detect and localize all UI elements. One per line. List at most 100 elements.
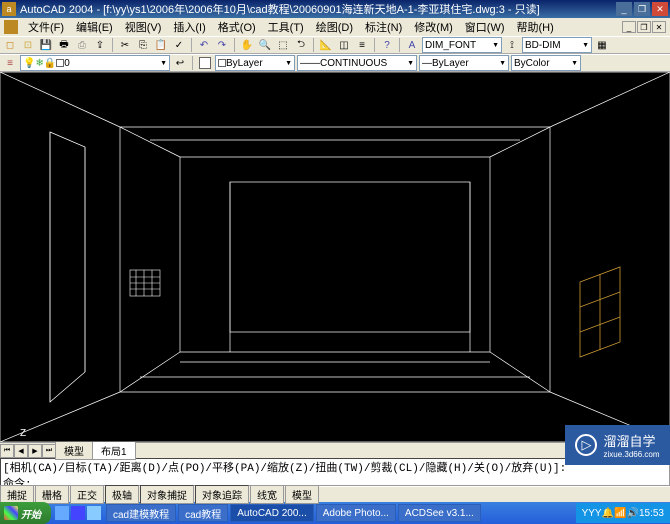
child-close-button[interactable]: ✕ [652, 21, 666, 33]
watermark: ▷ 溜溜自学 zixue.3d66.com [565, 425, 670, 465]
cut-button[interactable]: ✂ [117, 37, 133, 53]
status-polar[interactable]: 极轴 [105, 485, 139, 504]
window-title: AutoCAD 2004 - [f:\yy\ys1\2006年\2006年10月… [20, 1, 616, 17]
toolbar-area: ◻ ⊡ 💾 🖶 ⎙ ⇪ ✂ ⎘ 📋 ✓ ↶ ↷ ✋ 🔍 ⬚ ⮌ 📐 ◫ ≡ ? … [0, 36, 670, 72]
zoom-window-button[interactable]: ⬚ [275, 37, 291, 53]
menu-help[interactable]: 帮助(H) [511, 18, 560, 36]
app-icon: a [2, 2, 16, 16]
menu-edit[interactable]: 编辑(E) [70, 18, 119, 36]
separator [313, 38, 314, 52]
close-button[interactable]: ✕ [652, 2, 668, 16]
dcenter-button[interactable]: ◫ [336, 37, 352, 53]
save-button[interactable]: 💾 [38, 37, 54, 53]
preview-button[interactable]: ⎙ [74, 37, 90, 53]
tab-prev-button[interactable]: ◀ [14, 444, 28, 458]
properties-toolbar: ≡ 💡❄🔒 0 ▼ ↩ ByLayer▼ —— CONTINUOUS▼ — By… [0, 54, 670, 72]
menu-dimension[interactable]: 标注(N) [359, 18, 408, 36]
menu-tools[interactable]: 工具(T) [262, 18, 310, 36]
menubar: 文件(F) 编辑(E) 视图(V) 插入(I) 格式(O) 工具(T) 绘图(D… [0, 18, 670, 36]
doc-icon [4, 20, 18, 34]
menu-format[interactable]: 格式(O) [212, 18, 262, 36]
match-button[interactable]: ✓ [171, 37, 187, 53]
ql-item[interactable] [55, 506, 69, 520]
publish-button[interactable]: ⇪ [92, 37, 108, 53]
separator [399, 38, 400, 52]
new-button[interactable]: ◻ [2, 37, 18, 53]
play-icon: ▷ [575, 434, 597, 456]
clock: 15:53 [639, 508, 664, 519]
separator [374, 38, 375, 52]
lineweight-dropdown[interactable]: — ByLayer▼ [419, 55, 509, 71]
layer-props-button[interactable]: ≡ [2, 55, 18, 71]
status-otrack[interactable]: 对象追踪 [195, 485, 249, 504]
status-lwt[interactable]: 线宽 [250, 485, 284, 504]
dim-style-button[interactable]: ⟟ [504, 37, 520, 53]
dimstyle-dropdown[interactable]: BD-DIM▼ [522, 37, 592, 53]
chevron-down-icon: ▼ [160, 60, 167, 67]
titlebar: a AutoCAD 2004 - [f:\yy\ys1\2006年\2006年1… [0, 0, 670, 18]
maximize-button[interactable]: ❐ [634, 2, 650, 16]
ucs-z-label: Z [20, 428, 26, 439]
ql-item[interactable] [87, 506, 101, 520]
paste-button[interactable]: 📋 [153, 37, 169, 53]
status-model[interactable]: 模型 [285, 485, 319, 504]
print-button[interactable]: 🖶 [56, 37, 72, 53]
taskbar-item[interactable]: Adobe Photo... [316, 504, 396, 522]
standard-toolbar: ◻ ⊡ 💾 🖶 ⎙ ⇪ ✂ ⎘ 📋 ✓ ↶ ↷ ✋ 🔍 ⬚ ⮌ 📐 ◫ ≡ ? … [0, 36, 670, 54]
tab-model[interactable]: 模型 [55, 441, 93, 460]
menu-file[interactable]: 文件(F) [22, 18, 70, 36]
status-ortho[interactable]: 正交 [70, 485, 104, 504]
tab-first-button[interactable]: ⏮ [0, 444, 14, 458]
undo-button[interactable]: ↶ [196, 37, 212, 53]
copy-button[interactable]: ⎘ [135, 37, 151, 53]
separator [234, 38, 235, 52]
taskbar-item[interactable]: cad建模教程 [106, 504, 176, 522]
pan-button[interactable]: ✋ [239, 37, 255, 53]
watermark-text: 溜溜自学 [603, 434, 655, 449]
color-button[interactable] [197, 55, 213, 71]
zoom-rt-button[interactable]: 🔍 [257, 37, 273, 53]
separator [192, 56, 193, 70]
help-button[interactable]: ? [379, 37, 395, 53]
textstyle-dropdown[interactable]: DIM_FONT▼ [422, 37, 502, 53]
drawing-area[interactable]: Z [0, 72, 670, 442]
menu-view[interactable]: 视图(V) [119, 18, 168, 36]
windows-logo-icon [4, 506, 18, 520]
start-button[interactable]: 开始 [0, 502, 51, 524]
menu-insert[interactable]: 插入(I) [167, 18, 211, 36]
text-style-button[interactable]: A [404, 37, 420, 53]
table-button[interactable]: ▦ [594, 37, 610, 53]
menu-window[interactable]: 窗口(W) [459, 18, 511, 36]
child-minimize-button[interactable]: _ [622, 21, 636, 33]
taskbar-item[interactable]: cad教程 [178, 504, 228, 522]
system-tray[interactable]: YYY 🔔📶🔊 15:53 [576, 503, 670, 523]
zoom-prev-button[interactable]: ⮌ [293, 37, 309, 53]
open-button[interactable]: ⊡ [20, 37, 36, 53]
status-osnap[interactable]: 对象捕捉 [140, 485, 194, 504]
tab-last-button[interactable]: ⏭ [42, 444, 56, 458]
plotstyle-dropdown[interactable]: ByColor▼ [511, 55, 581, 71]
linetype-dropdown[interactable]: —— CONTINUOUS▼ [297, 55, 417, 71]
tab-next-button[interactable]: ▶ [28, 444, 42, 458]
windows-taskbar: 开始 cad建模教程 cad教程 AutoCAD 200... Adobe Ph… [0, 502, 670, 524]
ql-item[interactable] [71, 506, 85, 520]
separator [112, 38, 113, 52]
taskbar-item-autocad[interactable]: AutoCAD 200... [230, 504, 313, 522]
wireframe-view [0, 72, 670, 442]
taskbar-item[interactable]: ACDSee v3.1... [398, 504, 481, 522]
properties-button[interactable]: 📐 [318, 37, 334, 53]
watermark-url: zixue.3d66.com [603, 450, 659, 459]
color-dropdown[interactable]: ByLayer▼ [215, 55, 295, 71]
menu-draw[interactable]: 绘图(D) [310, 18, 359, 36]
quick-launch [51, 506, 105, 520]
toolpal-button[interactable]: ≡ [354, 37, 370, 53]
statusbar: 捕捉 栅格 正交 极轴 对象捕捉 对象追踪 线宽 模型 [0, 486, 670, 502]
minimize-button[interactable]: _ [616, 2, 632, 16]
layer-dropdown[interactable]: 💡❄🔒 0 ▼ [20, 55, 170, 71]
child-restore-button[interactable]: ❐ [637, 21, 651, 33]
separator [191, 38, 192, 52]
tab-layout1[interactable]: 布局1 [92, 441, 136, 460]
layer-prev-button[interactable]: ↩ [172, 55, 188, 71]
menu-modify[interactable]: 修改(M) [408, 18, 459, 36]
redo-button[interactable]: ↷ [214, 37, 230, 53]
